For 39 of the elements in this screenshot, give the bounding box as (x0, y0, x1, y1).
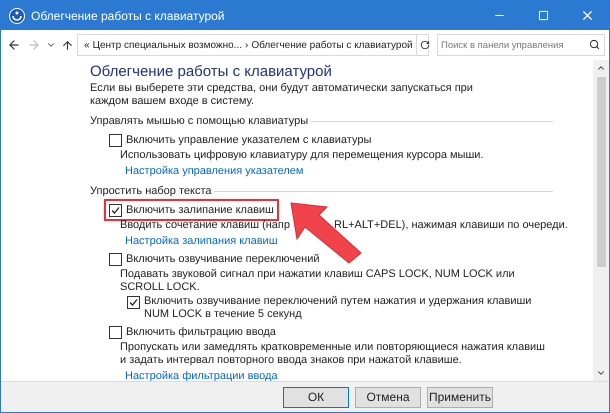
dialog-button[interactable]: Применить (427, 386, 493, 408)
window-title: Облегчение работы с клавиатурой (31, 8, 224, 24)
intro-text: Если вы выберете эти средства, они будут автоматически запускаться при каждом вашем входе в систему. (90, 82, 474, 108)
checkbox-option[interactable]: Включить озвучивание переключений путем нажатия и удержания клавиши NUM LOCK в течение 5 секунд (127, 295, 534, 321)
checkmark-icon (129, 298, 138, 307)
checkbox-option[interactable]: Включить озвучивание переключений (106, 250, 323, 268)
dialog-button[interactable]: Отмена (355, 386, 421, 408)
checkmark-icon (111, 206, 120, 214)
checkbox[interactable] (109, 326, 122, 338)
checkbox-option[interactable]: Включить залипание клавиш (106, 201, 277, 219)
checkbox-option[interactable]: Включить фильтрацию ввода (106, 323, 279, 341)
search-field[interactable]: Поиск в панели управления (437, 34, 605, 56)
settings-link[interactable]: Настройка управления указателем (125, 165, 304, 178)
dialog-button[interactable]: ОК (283, 386, 349, 408)
option-description: Пропускать или замедлять кратковременные или повторяющиеся нажатия клавиш и задать интервал повторного ввода знаков при нажатой клавише. (120, 341, 546, 367)
checkbox[interactable] (109, 252, 122, 266)
accessibility-icon (9, 8, 25, 24)
address-bar[interactable]: « Центр специальных возможно... › Облегчение работы с клавиатурой (77, 34, 429, 56)
option-description: Подавать звуковой сигнал при нажатии клавиш CAPS LOCK, NUM LOCK или SCROLL LOCK. (120, 268, 516, 294)
breadcrumb[interactable]: › (245, 38, 248, 52)
section-heading: Упростить набор текста (90, 184, 212, 199)
maximize-icon (538, 10, 548, 21)
option-description: RL+ALT+DEL), нажимая клавиши по очереди. (334, 219, 568, 232)
option-description: Вводить сочетание клавиш (напр (120, 219, 290, 232)
refresh-icon (420, 40, 430, 50)
checkbox[interactable] (127, 296, 140, 309)
checkbox[interactable] (109, 204, 122, 216)
checkbox-option[interactable]: Включить управление указателем с клавиатуры (106, 131, 374, 149)
checkbox[interactable] (109, 134, 122, 146)
option-description: Использовать цифровую клавиатуру для перемещения курсора мыши. (120, 149, 484, 162)
settings-link[interactable]: Настройка фильтрации ввода (125, 370, 278, 383)
breadcrumb[interactable]: « (84, 38, 90, 52)
scrollbar[interactable] (593, 60, 609, 381)
breadcrumb[interactable]: Центр специальных возможно... (92, 38, 242, 52)
search-icon (589, 39, 600, 50)
settings-link[interactable]: Настройка залипания клавиш (125, 235, 278, 248)
section-heading: Управлять мышью с помощью клавиатуры (90, 114, 308, 129)
breadcrumb[interactable]: Облегчение работы с клавиатурой (251, 38, 413, 52)
page-heading: Облегчение работы с клавиатурой (90, 63, 333, 81)
